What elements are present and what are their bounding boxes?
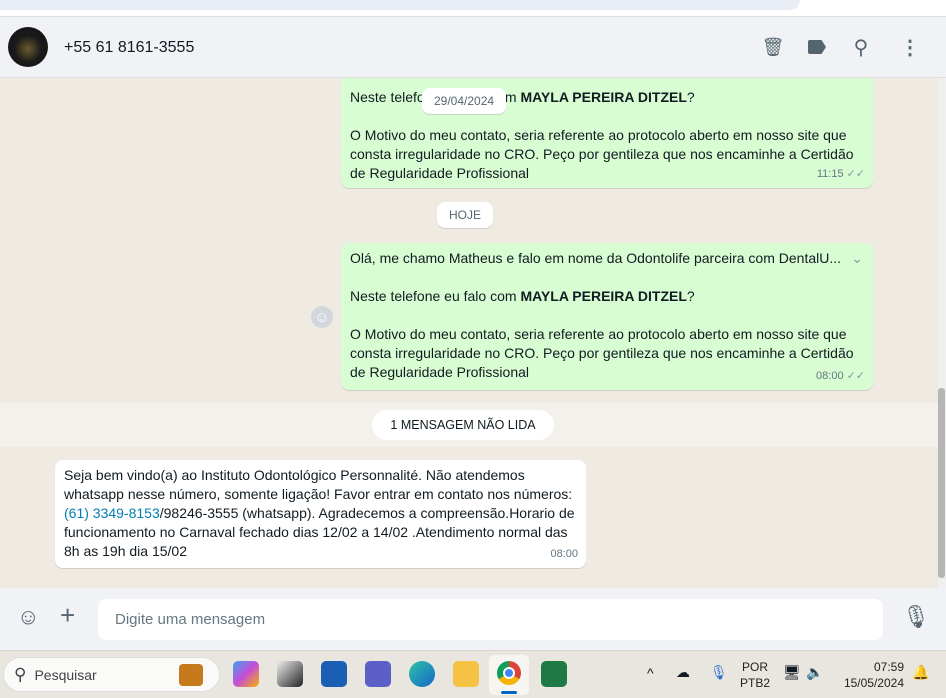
archive-icon[interactable]: 🗑 <box>761 35 785 59</box>
task-view-icon[interactable] <box>277 661 303 687</box>
browser-top-strip <box>0 0 946 17</box>
contact-name[interactable]: +55 61 8161-3555 <box>64 39 194 57</box>
message-time: 11:15 <box>816 168 844 180</box>
text: /98246-3555 (whatsapp). Agradecemos a co… <box>159 505 575 521</box>
scrollbar-thumb[interactable] <box>938 388 945 578</box>
date-chip: 29/04/2024 <box>422 88 507 114</box>
text: Neste telefone eu falo com <box>350 288 521 304</box>
text: O Motivo do meu contato, seria referente… <box>350 127 847 143</box>
chevron-down-icon[interactable]: ⌄ <box>851 249 863 268</box>
microphone-icon[interactable]: 🎙 <box>710 664 728 681</box>
unread-divider: 1 MENSAGEM NÃO LIDA <box>372 410 554 440</box>
taskbar-search[interactable]: ⚲ Pesquisar <box>3 657 220 692</box>
file-explorer-icon[interactable] <box>453 661 479 687</box>
text: ? <box>686 288 695 304</box>
plus-icon[interactable]: + <box>60 600 75 631</box>
text: de Regularidade Profissional <box>350 364 529 380</box>
clock[interactable]: 07:59 15/05/2024 <box>838 659 904 691</box>
message-input[interactable]: Digite uma mensagem <box>98 599 883 640</box>
today-chip: HOJE <box>437 202 494 228</box>
microphone-icon[interactable]: 🎙 <box>902 604 930 630</box>
text: Seja bem vindo(a) ao Instituto Odontológ… <box>64 467 525 483</box>
language-indicator[interactable]: POR PTB2 <box>740 659 770 691</box>
chrome-taskbar-button[interactable] <box>489 655 529 695</box>
message-outgoing[interactable]: Olá, me chamo Matheus e falo em nome da … <box>341 243 873 390</box>
text: consta irregularidade no CRO. Peço por g… <box>350 146 854 162</box>
menu-icon[interactable]: ⋮ <box>898 35 922 59</box>
message-outgoing[interactable]: Neste telefone eu falo com MAYLA PEREIRA… <box>341 78 873 188</box>
text-bold: MAYLA PEREIRA DITZEL <box>520 288 687 304</box>
message-time: 08:00 <box>550 548 578 560</box>
compose-bar: ☺ + Digite uma mensagem 🎙 <box>0 588 946 650</box>
teams-icon[interactable] <box>365 661 391 687</box>
chevron-up-icon[interactable]: ^ <box>647 665 654 681</box>
copilot-icon[interactable] <box>233 661 259 687</box>
text-bold: MAYLA PEREIRA DITZEL <box>520 89 687 105</box>
search-icon[interactable]: ⚲ <box>849 35 873 59</box>
text: ? <box>686 89 695 105</box>
taskbar: ⚲ Pesquisar ^ ☁ 🎙 POR PTB2 🖥 🔈 07:59 15/05/… <box>0 650 946 698</box>
volume-icon[interactable]: 🔈 <box>806 664 823 681</box>
double-check-icon: ✓✓ <box>846 168 865 180</box>
message-incoming[interactable]: Seja bem vindo(a) ao Instituto Odontológ… <box>55 460 586 568</box>
double-check-icon: ✓✓ <box>846 370 865 382</box>
emoji-icon[interactable]: ☺ <box>17 604 39 630</box>
chat-header: +55 61 8161-3555 🗑 ⚲ ⋮ <box>0 17 946 78</box>
edge-icon[interactable] <box>409 661 435 687</box>
notification-bell-icon[interactable]: 🔔 <box>912 664 929 681</box>
text: O Motivo do meu contato, seria referente… <box>350 326 847 342</box>
emoji-reaction-icon[interactable]: ☺ <box>311 306 333 328</box>
phone-link[interactable]: (61) 3349-8153 <box>64 505 160 521</box>
avatar[interactable] <box>8 27 48 67</box>
text: de Regularidade Profissional <box>350 165 529 181</box>
search-icon: ⚲ <box>14 664 27 684</box>
label-icon[interactable] <box>805 35 829 59</box>
chrome-icon <box>497 661 521 685</box>
text: Olá, me chamo Matheus e falo em nome da … <box>350 250 842 266</box>
network-icon[interactable]: 🖥 <box>783 664 801 681</box>
message-time: 08:00 <box>816 370 844 382</box>
text: funcionamento no Carnaval fechado dias 1… <box>64 524 568 540</box>
text: whatsapp nesse número, somente ligação! … <box>64 486 573 502</box>
briefcase-icon <box>179 664 203 686</box>
text: 8h as 19h dia 15/02 <box>64 543 187 559</box>
text: consta irregularidade no CRO. Peço por g… <box>350 345 854 361</box>
store-icon[interactable] <box>321 661 347 687</box>
search-label: Pesquisar <box>34 666 97 683</box>
cloud-off-icon[interactable]: ☁ <box>676 664 690 681</box>
chat-area: Neste telefone eu falo com MAYLA PEREIRA… <box>0 78 938 588</box>
excel-icon[interactable] <box>541 661 567 687</box>
